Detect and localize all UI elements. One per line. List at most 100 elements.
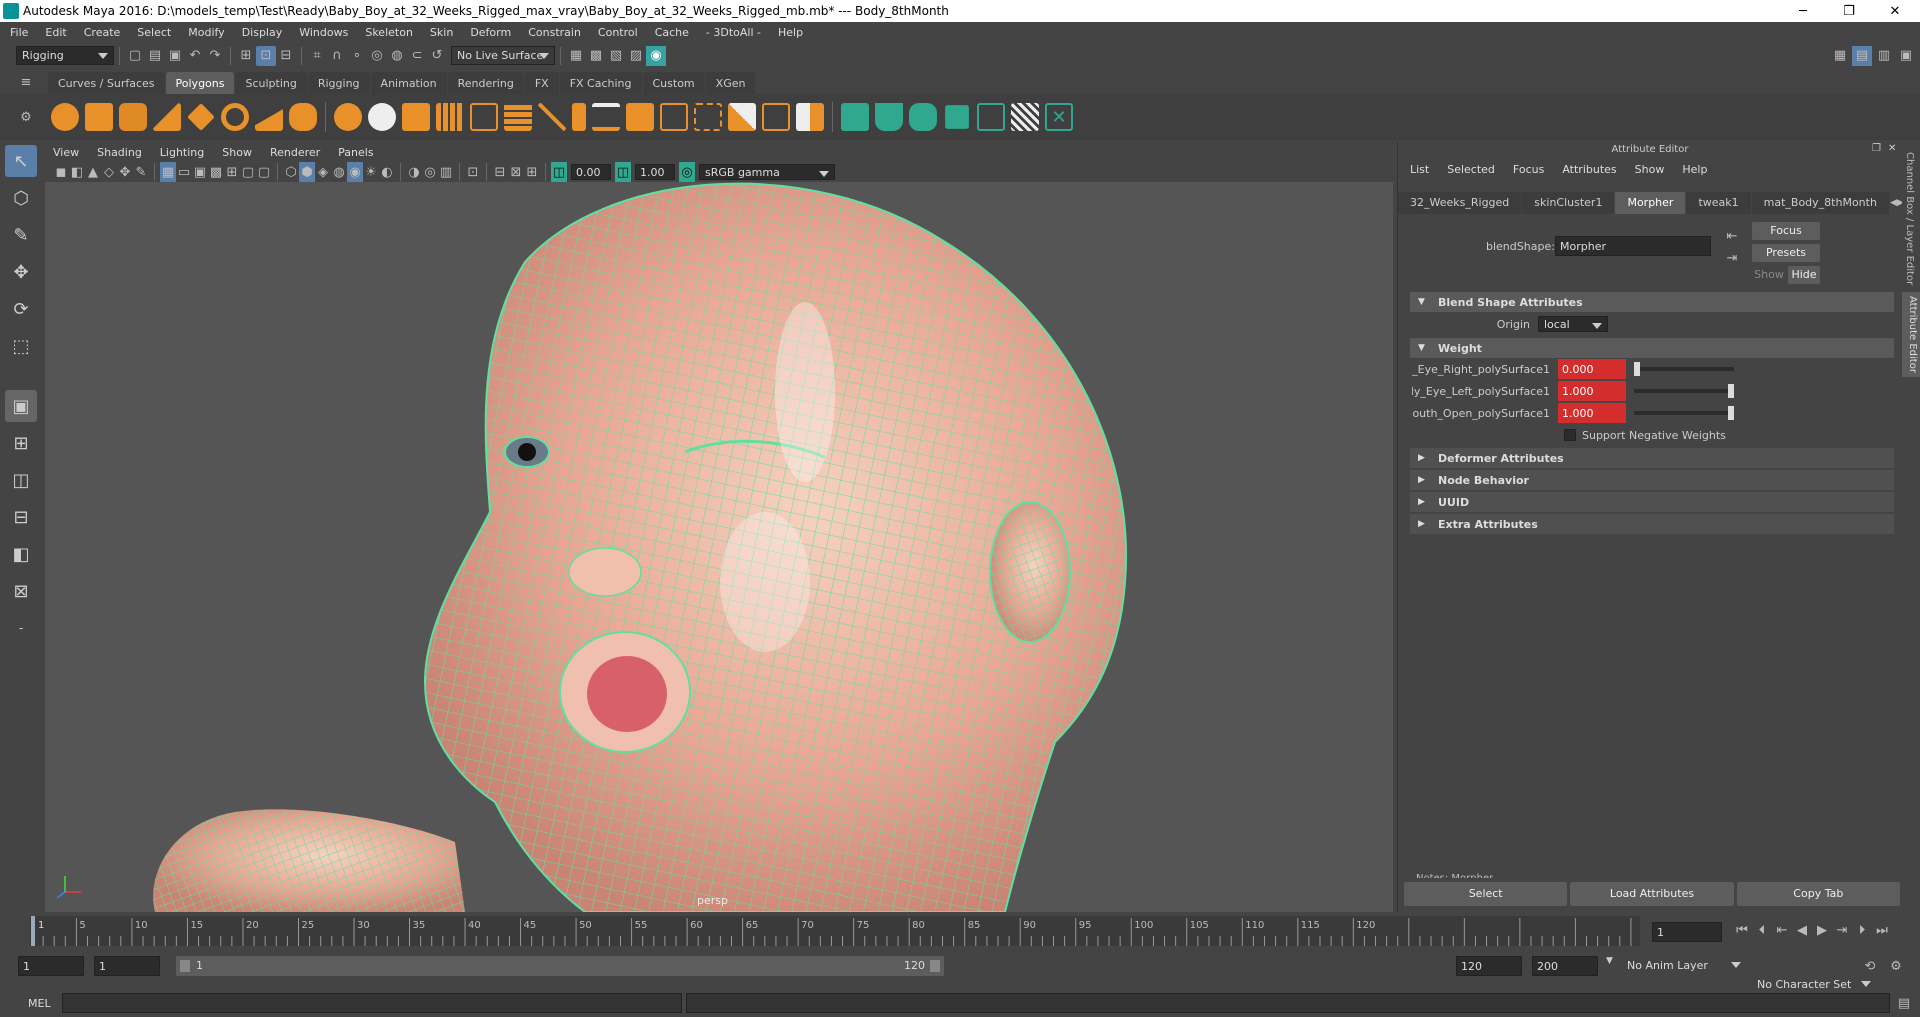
cut-uv-icon[interactable]: ✕: [1045, 103, 1073, 131]
presets-button[interactable]: Presets: [1752, 244, 1820, 262]
cylindrical-uv-icon[interactable]: [875, 103, 903, 131]
gamma-icon[interactable]: ◫: [615, 162, 631, 182]
step-forward-icon[interactable]: ⏵: [1852, 920, 1872, 940]
step-forward-key-icon[interactable]: ⇥: [1832, 920, 1852, 940]
viewport-menu-panels[interactable]: Panels: [338, 146, 373, 159]
script-language-label[interactable]: MEL: [28, 997, 51, 1010]
weight-value-field[interactable]: [1558, 403, 1626, 423]
ae-menu-list[interactable]: List: [1410, 163, 1429, 176]
weight-slider-knob[interactable]: [1728, 406, 1734, 420]
merge-icon[interactable]: [728, 103, 756, 131]
tab-scroll-left-icon[interactable]: ◀: [1890, 193, 1897, 213]
play-backward-icon[interactable]: ◀: [1792, 920, 1812, 940]
xray-joints-icon[interactable]: ⊠: [508, 162, 524, 182]
bridge-icon[interactable]: [626, 103, 654, 131]
isolate-select-icon[interactable]: ⊡: [465, 162, 481, 182]
append-polygon-icon[interactable]: [660, 103, 688, 131]
poly-sphere-icon[interactable]: [51, 103, 79, 131]
extrude-icon[interactable]: [572, 103, 586, 131]
snap-point-icon[interactable]: ∘: [347, 46, 367, 66]
current-time-marker[interactable]: [31, 916, 35, 946]
shelf-tab-fx[interactable]: FX: [524, 72, 559, 94]
collapse-icon[interactable]: [762, 103, 790, 131]
attribute-editor-tab[interactable]: Attribute Editor: [1902, 292, 1920, 377]
textured-icon[interactable]: ◍: [331, 162, 347, 182]
playback-start-field[interactable]: [94, 956, 160, 976]
menu-constrain[interactable]: Constrain: [528, 26, 581, 39]
viewport-menu-show[interactable]: Show: [222, 146, 252, 159]
hypershade-layout-icon[interactable]: ◧: [5, 538, 37, 570]
shelf-tab-rigging[interactable]: Rigging: [307, 72, 370, 94]
close-button[interactable]: ✕: [1872, 0, 1918, 22]
animation-start-field[interactable]: [18, 956, 84, 976]
float-panel-icon[interactable]: ❐: [1872, 143, 1881, 154]
auto-key-icon[interactable]: ⟲: [1860, 956, 1880, 976]
scale-tool-icon[interactable]: ⬚: [5, 330, 37, 362]
weight-value-field[interactable]: [1558, 359, 1626, 379]
section-blend-shape-attributes[interactable]: ▼ Blend Shape Attributes: [1410, 292, 1894, 312]
output-connection-icon[interactable]: ⇥: [1724, 250, 1740, 266]
xray-active-icon[interactable]: ⊞: [524, 162, 540, 182]
perspective-viewport[interactable]: persp: [45, 182, 1393, 912]
show-button[interactable]: Show: [1752, 266, 1786, 284]
shelf-tab-fx-caching[interactable]: FX Caching: [559, 72, 642, 94]
uv-editor-icon[interactable]: [977, 103, 1005, 131]
channel-box-tab[interactable]: Channel Box / Layer Editor: [1904, 152, 1915, 285]
weight-slider[interactable]: [1634, 406, 1734, 420]
grease-pencil-icon[interactable]: ✎: [133, 162, 149, 182]
menu-modify[interactable]: Modify: [188, 26, 224, 39]
menu-display[interactable]: Display: [242, 26, 283, 39]
viewport-menu-view[interactable]: View: [53, 146, 79, 159]
menu-edit[interactable]: Edit: [45, 26, 66, 39]
two-d-pan-icon[interactable]: ✥: [117, 162, 133, 182]
play-forward-icon[interactable]: ▶: [1812, 920, 1832, 940]
select-object-icon[interactable]: ⊡: [256, 45, 276, 66]
modeling-toolkit-icon[interactable]: ▤: [1852, 45, 1872, 66]
exposure-icon[interactable]: ◫: [551, 162, 567, 182]
multi-cut-icon[interactable]: [538, 103, 566, 131]
channel-box-toggle-icon[interactable]: ▥: [1874, 46, 1894, 66]
four-view-layout-icon[interactable]: ⊞: [5, 427, 37, 459]
poly-cone-icon[interactable]: [153, 103, 181, 131]
mel-command-input[interactable]: [62, 993, 682, 1013]
origin-dropdown[interactable]: local: [1538, 316, 1608, 332]
poly-pipe-icon[interactable]: [289, 103, 317, 131]
weight-slider-knob[interactable]: [1634, 362, 1640, 376]
view-transform-dropdown[interactable]: sRGB gamma: [699, 164, 835, 180]
section-uuid[interactable]: ▶ UUID: [1410, 492, 1894, 512]
anim-layer-dropdown[interactable]: No Anim Layer: [1622, 956, 1746, 975]
menu-deform[interactable]: Deform: [470, 26, 511, 39]
select-hierarchy-icon[interactable]: ⊞: [236, 46, 256, 66]
menu-skeleton[interactable]: Skeleton: [365, 26, 413, 39]
wireframe-icon[interactable]: ⬡: [283, 162, 299, 182]
separate-icon[interactable]: [368, 103, 396, 131]
select-component-icon[interactable]: ⊟: [276, 46, 296, 66]
close-panel-icon[interactable]: ✕: [1888, 143, 1896, 154]
menu-3dtoall[interactable]: - 3DtoAll -: [706, 26, 761, 39]
range-start-handle[interactable]: [180, 960, 190, 972]
redo-icon[interactable]: ↷: [205, 46, 225, 66]
safe-action-icon[interactable]: ▢: [240, 162, 256, 182]
go-to-start-icon[interactable]: ⏮: [1732, 920, 1752, 940]
tab-mat-body[interactable]: mat_Body_8thMonth: [1751, 192, 1889, 214]
select-tool-icon[interactable]: ↖: [5, 145, 37, 177]
select-button[interactable]: Select: [1404, 882, 1568, 906]
poly-torus-icon[interactable]: [221, 103, 249, 131]
menu-select[interactable]: Select: [137, 26, 171, 39]
step-back-icon[interactable]: ⏴: [1752, 920, 1772, 940]
spherical-uv-icon[interactable]: [909, 103, 937, 131]
live-surface-field[interactable]: No Live Surface: [451, 46, 555, 65]
image-plane-icon[interactable]: ◇: [101, 162, 117, 182]
wireframe-on-shaded-icon[interactable]: ◈: [315, 162, 331, 182]
range-end-handle[interactable]: [930, 960, 940, 972]
automatic-uv-icon[interactable]: [945, 105, 969, 129]
color-management-icon[interactable]: ◎: [679, 162, 695, 182]
playback-end-field[interactable]: [1456, 956, 1522, 976]
motion-blur-icon[interactable]: ◑: [406, 162, 422, 182]
blendshape-name-field[interactable]: [1555, 236, 1711, 256]
anti-alias-icon[interactable]: ◎: [422, 162, 438, 182]
bookmark-icon[interactable]: ▲: [85, 162, 101, 182]
undo-icon[interactable]: ↶: [185, 46, 205, 66]
section-deformer-attributes[interactable]: ▶ Deformer Attributes: [1410, 448, 1894, 468]
render-settings-icon[interactable]: ▧: [606, 46, 626, 66]
